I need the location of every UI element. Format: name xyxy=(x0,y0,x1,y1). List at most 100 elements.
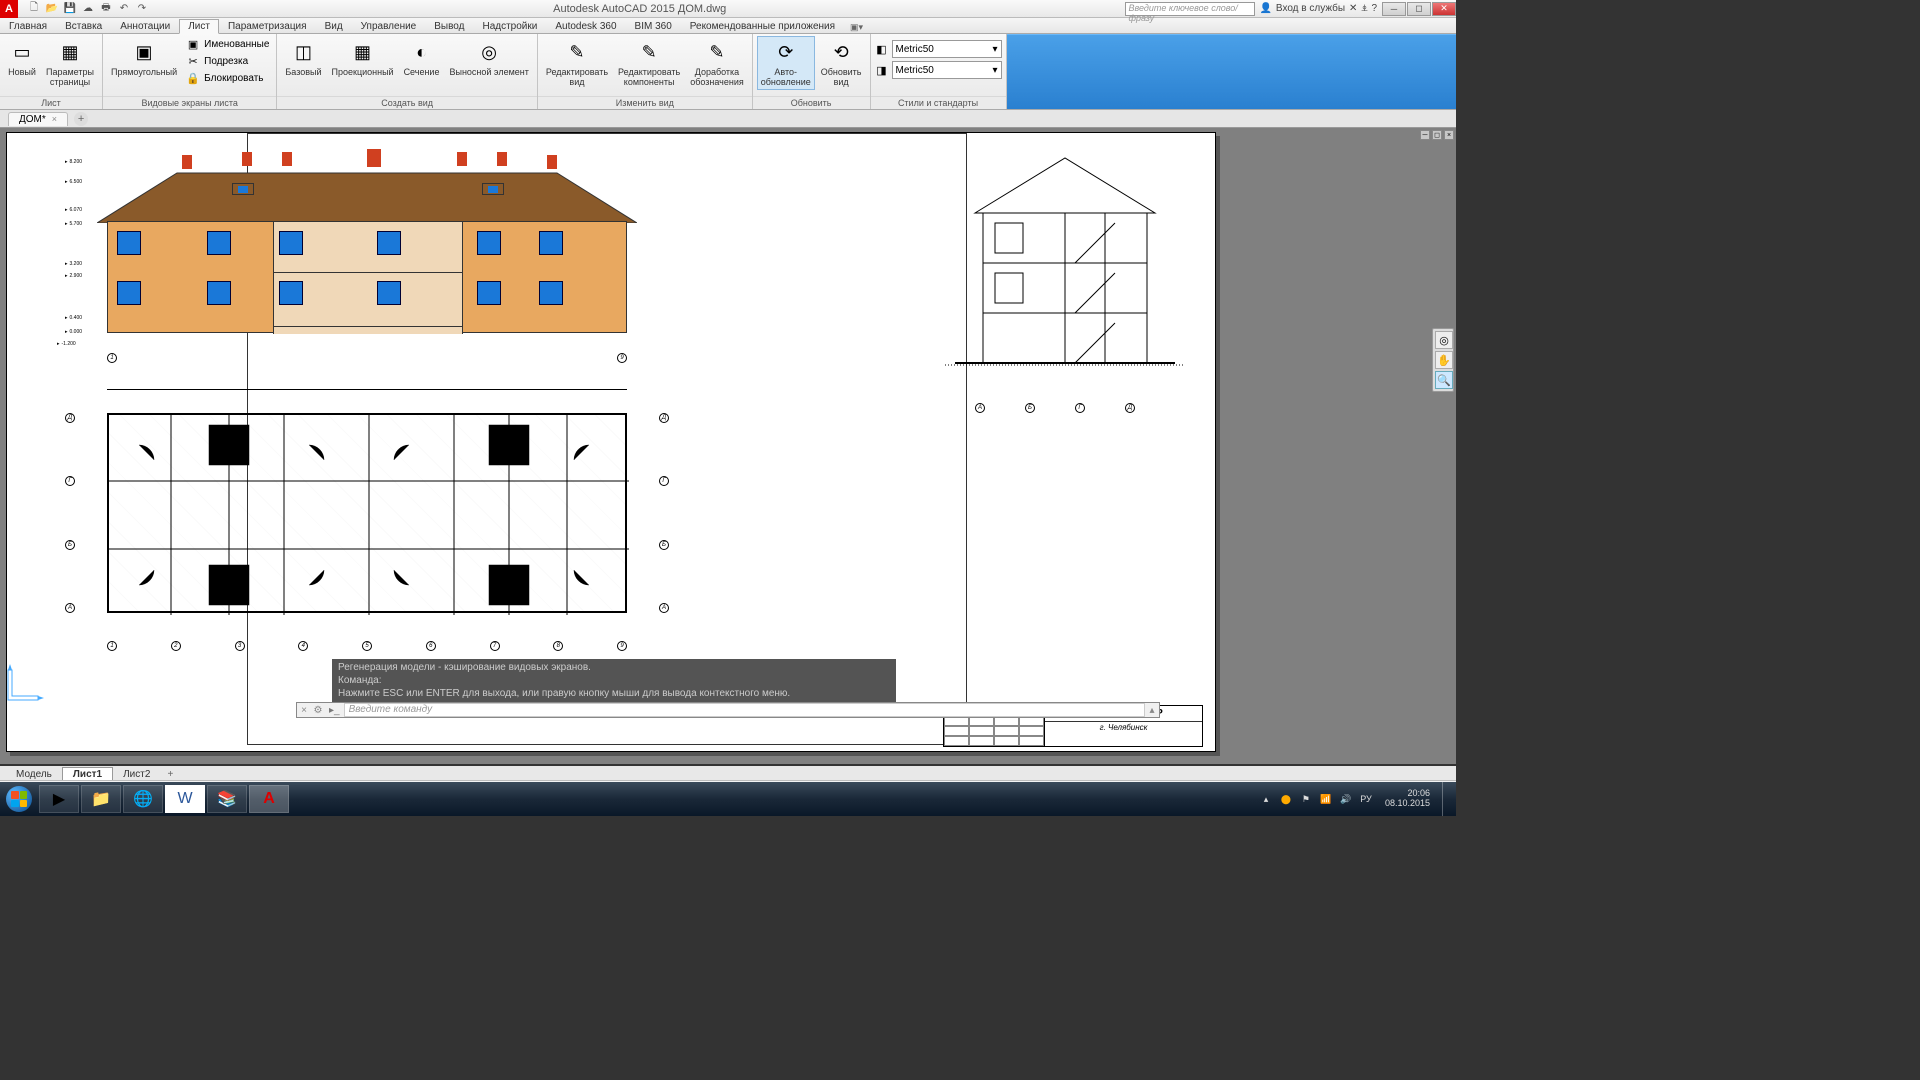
clip-button[interactable]: ✂Подрезка xyxy=(183,53,272,69)
base-button[interactable]: ◫Базовый xyxy=(281,36,325,80)
tab-cycle-icon[interactable]: ▣▾ xyxy=(850,22,863,33)
search-input[interactable]: Введите ключевое слово/фразу xyxy=(1125,2,1255,16)
model-tab[interactable]: Модель xyxy=(6,768,62,781)
infocenter-icon[interactable]: 👤 xyxy=(1259,3,1271,14)
tab-manage[interactable]: Управление xyxy=(352,19,426,33)
vp-maximize-button[interactable]: ◻ xyxy=(1432,130,1442,140)
tab-bim360[interactable]: BIM 360 xyxy=(626,19,681,33)
doc-tab[interactable]: ДОМ*× xyxy=(8,112,68,126)
elev-axes: 1 9 xyxy=(107,353,627,363)
open-icon[interactable]: 📂 xyxy=(44,1,60,17)
navbar-zoom-icon[interactable]: 🔍 xyxy=(1435,371,1453,389)
close-button[interactable]: ✕ xyxy=(1432,2,1456,16)
tray-lang-icon[interactable]: РУ xyxy=(1359,792,1373,806)
chimney xyxy=(497,152,507,166)
detail-button[interactable]: ◎Выносной элемент xyxy=(445,36,532,80)
saveas-icon[interactable]: ☁ xyxy=(80,1,96,17)
tab-parametric[interactable]: Параметризация xyxy=(219,19,316,33)
new-doc-button[interactable]: + xyxy=(74,112,88,126)
cmdline-config-icon[interactable]: ⚙ xyxy=(311,703,325,717)
layout-icon: ▭ xyxy=(8,38,36,66)
tray-network-icon[interactable]: 📶 xyxy=(1319,792,1333,806)
close-icon[interactable]: × xyxy=(52,114,57,124)
symbol-icon: ✎ xyxy=(703,38,731,66)
auto-update-button[interactable]: ⟳Авто- обновление xyxy=(757,36,815,90)
symbol-sketch-button[interactable]: ✎Доработка обозначения xyxy=(686,36,748,90)
start-button[interactable] xyxy=(0,782,38,816)
tray-security-icon[interactable]: ⬤ xyxy=(1279,792,1293,806)
new-icon[interactable]: 🗋 xyxy=(26,1,42,17)
command-input[interactable]: Введите команду xyxy=(344,703,1145,717)
style-dropdown-2[interactable]: Metric50▾ xyxy=(892,61,1002,79)
elevation-drawing: ▸8.200 ▸6.500 ▸6.070 ▸5.700 ▸3.200 ▸2.90… xyxy=(67,153,667,373)
tray-flag-icon[interactable]: ⚑ xyxy=(1299,792,1313,806)
taskbar-mediaplayer[interactable]: ▶ xyxy=(39,785,79,813)
taskbar-word[interactable]: W xyxy=(165,785,205,813)
nav-bar: ◎ ✋ 🔍 xyxy=(1432,328,1454,392)
projected-button[interactable]: ▦Проекционный xyxy=(328,36,398,80)
tab-home[interactable]: Главная xyxy=(0,19,56,33)
save-icon[interactable]: 💾 xyxy=(62,1,78,17)
redo-icon[interactable]: ↷ xyxy=(134,1,150,17)
dim-top xyxy=(107,389,627,395)
layout2-tab[interactable]: Лист2 xyxy=(113,768,160,781)
taskbar-chrome[interactable]: 🌐 xyxy=(123,785,163,813)
maximize-button[interactable]: ◻ xyxy=(1407,2,1431,16)
style-dropdown-1[interactable]: Metric50▾ xyxy=(892,40,1002,58)
signin-link[interactable]: Вход в службы xyxy=(1276,3,1345,14)
taskbar-explorer[interactable]: 📁 xyxy=(81,785,121,813)
elev-mark: ▸3.200 xyxy=(65,261,82,267)
layout1-tab[interactable]: Лист1 xyxy=(62,767,113,781)
tab-addins[interactable]: Надстройки xyxy=(473,19,546,33)
navbar-pan-icon[interactable]: ✋ xyxy=(1435,351,1453,369)
edit-view-button[interactable]: ✎Редактировать вид xyxy=(542,36,612,90)
tab-a360[interactable]: Autodesk 360 xyxy=(546,19,625,33)
window-title: Autodesk AutoCAD 2015 ДОМ.dwg xyxy=(154,3,1125,15)
section-button[interactable]: ◐Сечение xyxy=(400,36,444,80)
exchange-icon[interactable]: ✕ xyxy=(1349,3,1357,14)
minimize-button[interactable]: ─ xyxy=(1382,2,1406,16)
tab-insert[interactable]: Вставка xyxy=(56,19,111,33)
chimney xyxy=(367,149,381,167)
rectangular-button[interactable]: ▣Прямоугольный xyxy=(107,36,181,80)
taskbar-winrar[interactable]: 📚 xyxy=(207,785,247,813)
style-icon: ◧ xyxy=(875,42,889,56)
window-controls: ─ ◻ ✕ xyxy=(1381,2,1456,16)
navbar-wheel-icon[interactable]: ◎ xyxy=(1435,331,1453,349)
print-icon[interactable]: 🖶 xyxy=(98,1,114,17)
command-line[interactable]: × ⚙ ▸_ Введите команду ▴ xyxy=(296,702,1160,718)
chimney xyxy=(282,152,292,166)
undo-icon[interactable]: ↶ xyxy=(116,1,132,17)
section-icon: ◐ xyxy=(408,38,436,66)
tab-layout[interactable]: Лист xyxy=(179,19,219,34)
tray-up-icon[interactable]: ▴ xyxy=(1259,792,1273,806)
tab-annotate[interactable]: Аннотации xyxy=(111,19,179,33)
taskbar: ▶ 📁 🌐 W 📚 A ▴ ⬤ ⚑ 📶 🔊 РУ 20:06 08.10.201… xyxy=(0,782,1456,816)
cmdline-recent-icon[interactable]: ▴ xyxy=(1145,703,1159,717)
vp-close-button[interactable]: × xyxy=(1444,130,1454,140)
show-desktop-button[interactable] xyxy=(1442,782,1450,816)
tab-view[interactable]: Вид xyxy=(316,19,352,33)
cmdline-close-icon[interactable]: × xyxy=(297,703,311,717)
page-setup-button[interactable]: ▦Параметры страницы xyxy=(42,36,98,90)
ucs-icon xyxy=(6,662,46,702)
drawing-city: г. Челябинск xyxy=(1045,722,1202,733)
add-layout-button[interactable]: + xyxy=(164,768,176,780)
elev-mark: ▸8.200 xyxy=(65,159,82,165)
tab-output[interactable]: Вывод xyxy=(425,19,473,33)
taskbar-autocad[interactable]: A xyxy=(249,785,289,813)
vp-minimize-button[interactable]: ─ xyxy=(1420,130,1430,140)
ribbon-group-sheet: ▭Новый ▦Параметры страницы Лист xyxy=(0,34,103,109)
tray-volume-icon[interactable]: 🔊 xyxy=(1339,792,1353,806)
drawing-area[interactable]: ─ ◻ × xyxy=(0,128,1456,764)
update-view-button[interactable]: ⟲Обновить вид xyxy=(817,36,866,90)
tab-featured[interactable]: Рекомендованные приложения xyxy=(681,19,844,33)
named-button[interactable]: ▣Именованные xyxy=(183,36,272,52)
lock-button[interactable]: 🔒Блокировать xyxy=(183,70,272,86)
app-logo[interactable]: A xyxy=(0,0,18,18)
autodesk360-icon[interactable]: ⍎ xyxy=(1361,3,1367,14)
edit-components-button[interactable]: ✎Редактировать компоненты xyxy=(614,36,684,90)
help-icon[interactable]: ? xyxy=(1371,3,1377,14)
taskbar-clock[interactable]: 20:06 08.10.2015 xyxy=(1379,789,1436,809)
new-layout-button[interactable]: ▭Новый xyxy=(4,36,40,80)
